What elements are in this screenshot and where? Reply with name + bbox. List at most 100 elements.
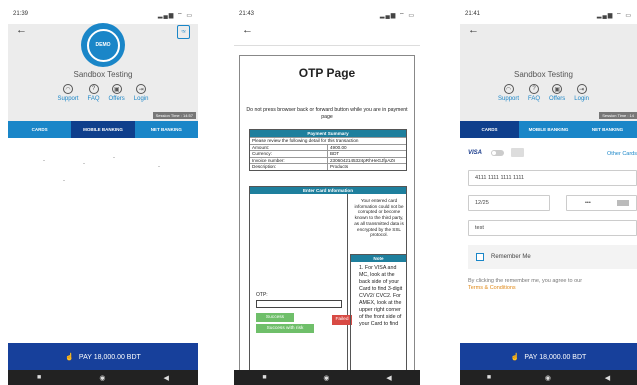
login-label: Login [133,96,149,102]
row-value: 4900.00 [330,144,347,150]
tab-net-banking[interactable]: NET BANKING [134,121,198,138]
support-label: Support [498,96,520,102]
home-icon[interactable]: ◉ [545,374,551,382]
login-link[interactable]: ⇥ Login [133,84,149,102]
row-key: Invoice number: [250,157,328,163]
faq-link[interactable]: ? FAQ [88,84,100,102]
pay-button[interactable]: ☝ PAY 18,000.00 BDT [8,343,198,371]
status-time: 21:41 [465,11,481,17]
hand-pointer-icon: ☝ [510,354,520,361]
tab-cards[interactable]: CARDS [8,121,72,138]
offers-label: Offers [549,96,566,102]
language-icon[interactable]: অ [177,25,190,39]
faq-link[interactable]: ? FAQ [528,84,540,102]
headset-icon: ◠ [503,84,514,94]
otp-label: OTP: [256,292,268,298]
remember-me-row[interactable]: Remember Me [468,245,637,269]
android-nav-bar: ■ ◉ ◀ [234,370,420,385]
divider [234,45,420,46]
success-button[interactable]: Success [256,313,294,322]
support-link[interactable]: ◠ Support [498,84,519,102]
terms-prefix: By clicking the remember me, you agree t… [468,278,583,284]
otp-input[interactable] [256,300,342,308]
mastercard-icon [511,148,524,157]
quick-links: ◠ Support ? FAQ ▣ Offers ⇥ Login [460,84,637,102]
warning-text: Do not press browser back or forward but… [246,107,408,120]
home-icon[interactable]: ◉ [99,374,105,382]
tab-mobile-banking[interactable]: MOBILE BANKING [519,121,578,138]
card-back-icon [617,200,629,206]
support-label: Support [57,96,79,102]
cvv-value: ••• [585,200,591,206]
headset-icon: ◠ [63,84,74,94]
status-bar: 21:43 ▂▄▆ ⌔ ▭ [234,0,420,24]
card-number-field[interactable]: 4111 1111 1111 1111 [468,170,637,186]
pay-label: PAY 18,000.00 BDT [78,353,141,361]
note-box: Note 1. For VISA and MC, look at the bac… [350,254,407,385]
row-key: Amount: [250,144,328,150]
terms-text: By clicking the remember me, you agree t… [468,278,582,292]
phone-screen-1: 21:39 ▂▄▆ ⌔ ▭ ← DEMO অ Sandbox Testing ◠… [8,0,198,385]
login-icon: ⇥ [576,84,587,94]
summary-intro: Please review the following detail for t… [252,138,359,143]
recents-icon[interactable]: ■ [37,374,41,381]
session-timer: Session Time : 14 [599,112,637,119]
support-link[interactable]: ◠ Support [58,84,79,102]
card-toggle[interactable] [491,150,504,156]
logo-text: DEMO [86,28,120,62]
note-heading: Note [351,255,406,262]
row-value: Products [330,164,349,169]
failed-button[interactable]: Failed [332,315,352,325]
terms-link[interactable]: Terms & Conditions [468,285,516,291]
visa-logo: VISA [468,150,483,156]
recents-icon[interactable]: ■ [262,374,266,381]
back-arrow-icon[interactable]: ← [242,24,253,36]
back-icon[interactable]: ◀ [386,374,391,382]
cvv-field[interactable]: ••• [566,195,637,211]
back-icon[interactable]: ◀ [164,374,169,382]
payment-tabs: CARDS MOBILE BANKING NET BANKING [460,121,637,138]
expiry-field[interactable]: 12/25 [468,195,550,211]
other-cards-link[interactable]: Other Cards [607,151,637,157]
merchant-name: Sandbox Testing [513,70,573,79]
card-info-heading: Enter Card Information [250,187,406,194]
back-icon[interactable]: ◀ [605,374,610,382]
offers-label: Offers [108,96,125,102]
status-bar: 21:39 ▂▄▆ ⌔ ▭ [8,0,198,24]
tab-cards[interactable]: CARDS [460,121,519,138]
login-link[interactable]: ⇥ Login [574,84,589,102]
back-arrow-icon[interactable]: ← [16,24,27,36]
card-info-box: Enter Card Information OTP: Success Succ… [249,186,407,385]
tab-net-banking[interactable]: NET BANKING [578,121,637,138]
offers-link[interactable]: ▣ Offers [549,84,565,102]
android-nav-bar: ■ ◉ ◀ [460,370,637,385]
security-info: Your entered card information could not … [354,198,404,238]
gift-icon: ▣ [552,84,563,94]
pay-button[interactable]: ☝ PAY 18,000.00 BDT [460,343,637,371]
row-value: 2306042145324pRhHeGJfpAZs [330,157,396,163]
question-icon: ? [88,84,99,94]
recents-icon[interactable]: ■ [487,374,491,381]
session-timer: Session Time : 14:57 [152,112,196,119]
success-with-risk-button[interactable]: Success with risk [256,324,314,333]
row-key: Currency: [250,151,328,157]
quick-links: ◠ Support ? FAQ ▣ Offers ⇥ Login [8,84,198,102]
back-arrow-icon[interactable]: ← [468,24,479,36]
offers-link[interactable]: ▣ Offers [109,84,125,102]
cardholder-name-field[interactable]: test [468,220,637,236]
status-time: 21:39 [13,11,29,17]
status-bar: 21:41 ▂▄▆ ⌔ ▭ [460,0,637,24]
home-icon[interactable]: ◉ [323,374,329,382]
remember-checkbox[interactable] [476,253,484,261]
otp-form: OTP: Success Success with risk [250,194,348,385]
faq-label: FAQ [87,96,100,102]
faq-label: FAQ [528,96,541,102]
gift-icon: ▣ [111,84,122,94]
page-title: OTP Page [298,66,356,80]
status-icons: ▂▄▆ ⌔ ▭ [157,13,193,19]
hand-pointer-icon: ☝ [65,354,74,361]
pay-label: PAY 18,000.00 BDT [524,353,587,361]
row-value: BDT [330,151,340,156]
table-row: Invoice number: 2306042145324pRhHeGJfpAZs [250,156,406,163]
tab-mobile-banking[interactable]: MOBILE BANKING [71,121,135,138]
